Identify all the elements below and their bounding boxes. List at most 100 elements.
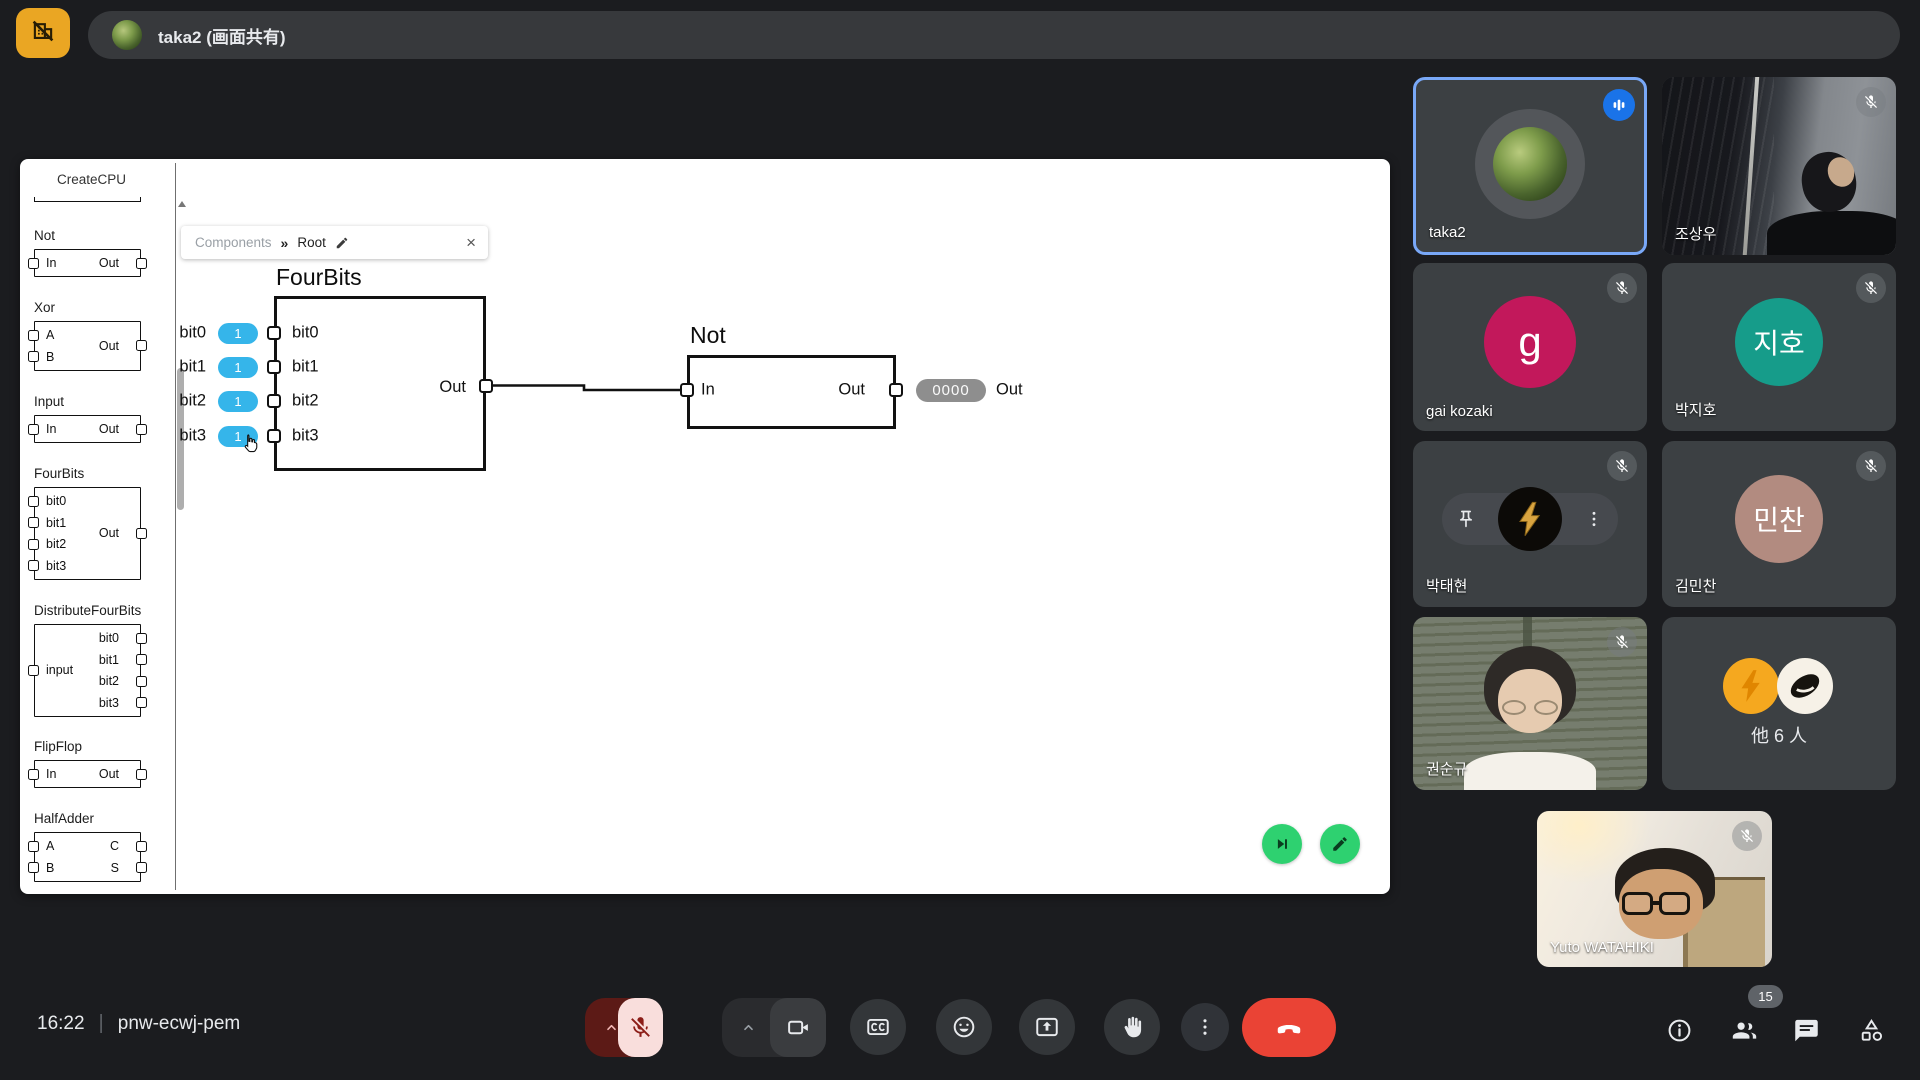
people[interactable] [1720,1006,1768,1054]
edit-button[interactable] [1320,824,1360,864]
output-port[interactable] [136,769,147,780]
output-port[interactable] [136,424,147,435]
camera-pad[interactable] [770,998,826,1057]
leave-call[interactable] [1242,998,1336,1057]
output-port[interactable] [136,697,147,708]
participant-tile[interactable]: Yuto WATAHIKI [1537,811,1772,967]
scroll-up-arrow-icon[interactable] [178,201,186,207]
presenter-avatar [112,20,142,50]
meeting-details[interactable] [1655,1006,1703,1054]
participant-tile[interactable]: taka2 [1413,77,1647,255]
pencil-icon[interactable] [335,236,349,250]
step-button[interactable] [1262,824,1302,864]
input-port-label: bit2 [46,537,66,551]
output-port[interactable] [136,841,147,852]
bit-value-toggle[interactable]: 1 [218,357,258,378]
participant-tile[interactable]: ggai kozaki [1413,263,1647,431]
participant-tile[interactable]: 他 6 人 [1662,617,1896,790]
input-port[interactable] [28,258,39,269]
captions-toggle[interactable] [850,999,906,1055]
glasses [1534,700,1558,715]
reactions[interactable] [936,999,992,1055]
participant-tile[interactable]: 박태현 [1413,441,1647,607]
initial-avatar: 민찬 [1735,475,1823,563]
glasses-bridge [1651,901,1661,905]
fourbits-input-port[interactable] [267,360,281,374]
palette-component-label: Input [34,394,64,409]
input-port[interactable] [28,841,39,852]
overflow-avatar-bolt [1723,658,1779,714]
input-port[interactable] [28,560,39,571]
palette-component-label: Not [34,228,55,243]
glasses [1622,892,1653,915]
input-port[interactable] [28,769,39,780]
mic-off-icon [1863,94,1879,110]
pin-icon[interactable] [1456,509,1476,529]
camera-toggle[interactable] [722,998,826,1057]
output-port-label: Out [70,339,130,353]
present-screen[interactable] [1019,999,1075,1055]
fourbits-input-port[interactable] [267,394,281,408]
chat[interactable] [1782,1006,1830,1054]
input-port[interactable] [28,351,39,362]
presentation-paused-badge[interactable] [16,8,70,58]
output-port[interactable] [136,676,147,687]
output-port[interactable] [136,862,147,873]
input-port-label: bit3 [46,559,66,573]
participant-tile[interactable]: 민찬김민찬 [1662,441,1896,607]
not-in-port[interactable] [680,383,694,397]
input-port-label: In [46,256,56,270]
bit-value-toggle[interactable]: 1 [218,323,258,344]
input-port[interactable] [28,539,39,550]
participant-tile[interactable]: 지호박지호 [1662,263,1896,431]
meeting-code: pnw-ecwj-pem [118,1013,240,1035]
fourbits-input-port[interactable] [267,429,281,443]
more-vertical-icon [1194,1016,1216,1038]
output-port-label: bit0 [70,631,130,645]
breadcrumb-separator: » [281,235,289,251]
bean-icon [1783,664,1827,708]
close-icon[interactable]: × [466,234,476,251]
palette-component-label: HalfAdder [34,811,94,826]
fourbits-out-port[interactable] [479,379,493,393]
input-port[interactable] [28,424,39,435]
participant-tile[interactable]: 조상우 [1662,77,1896,255]
input-port-label: bit0 [46,494,66,508]
participant-tile[interactable]: 권순규 [1413,617,1647,790]
input-port[interactable] [28,862,39,873]
pinned-presenter-bar[interactable]: taka2 (画面共有) [88,11,1900,59]
bit-input-label: bit3 [158,427,206,446]
breadcrumb-root[interactable]: Root [297,235,326,250]
mic-muted-indicator [1607,451,1637,481]
chevron-up-icon[interactable] [734,998,762,1057]
glasses [1502,700,1526,715]
output-port[interactable] [136,340,147,351]
not-block-title: Not [690,322,726,349]
output-port-label: bit1 [70,653,130,667]
info-divider: | [99,1012,104,1035]
input-port[interactable] [28,517,39,528]
bit-value-toggle[interactable]: 1 [218,391,258,412]
input-port[interactable] [28,330,39,341]
bolt-orange-icon [1732,667,1770,705]
output-port[interactable] [136,633,147,644]
fourbits-input-port[interactable] [267,326,281,340]
output-port[interactable] [136,654,147,665]
not-out-port[interactable] [889,383,903,397]
presentation-off-icon [28,16,58,51]
output-port[interactable] [136,258,147,269]
avatar-photo [1493,127,1567,201]
breadcrumb-components[interactable]: Components [195,235,272,250]
input-port[interactable] [28,496,39,507]
microphone-toggle[interactable] [585,998,663,1057]
more-options[interactable] [1181,1003,1229,1051]
activities[interactable] [1847,1006,1895,1054]
output-port[interactable] [136,528,147,539]
participant-name: gai kozaki [1426,403,1493,420]
raise-hand[interactable] [1104,999,1160,1055]
more-vertical-icon[interactable] [1584,509,1604,529]
mic-off-icon [1614,280,1630,296]
mic-muted-pad[interactable] [618,998,663,1057]
glasses [1659,892,1690,915]
input-port[interactable] [28,665,39,676]
